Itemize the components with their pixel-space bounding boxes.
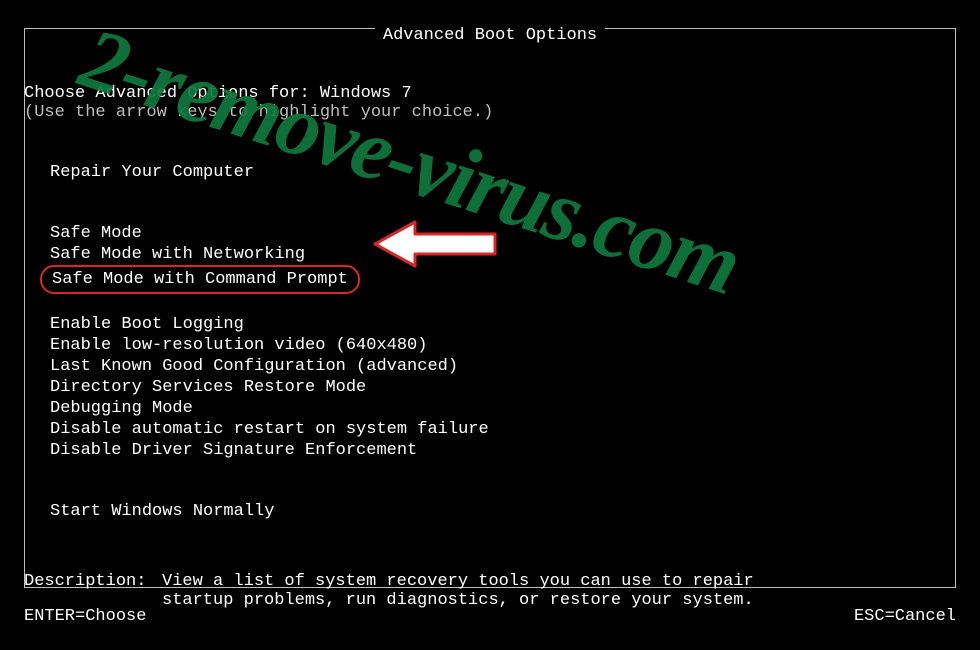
- description-text: View a list of system recovery tools you…: [162, 572, 956, 610]
- option-disable-auto-restart[interactable]: Disable automatic restart on system fail…: [50, 419, 956, 440]
- body-content: Choose Advanced Options for: Windows 7 (…: [24, 84, 956, 610]
- description-row: Description: View a list of system recov…: [24, 572, 956, 610]
- description-line1: View a list of system recovery tools you…: [162, 572, 956, 591]
- options-group: Repair Your Computer Safe Mode Safe Mode…: [50, 162, 956, 522]
- option-directory-services-restore[interactable]: Directory Services Restore Mode: [50, 377, 956, 398]
- footer-esc: ESC=Cancel: [854, 607, 956, 626]
- page-title: Advanced Boot Options: [375, 26, 605, 45]
- description-label: Description:: [24, 572, 162, 610]
- option-safe-mode-command-prompt[interactable]: Safe Mode with Command Prompt: [40, 265, 360, 294]
- footer-bar: ENTER=Choose ESC=Cancel: [24, 607, 956, 626]
- header-line2: (Use the arrow keys to highlight your ch…: [24, 103, 956, 122]
- option-safe-mode-networking[interactable]: Safe Mode with Networking: [50, 244, 956, 265]
- option-safe-mode[interactable]: Safe Mode: [50, 223, 956, 244]
- option-disable-driver-sig[interactable]: Disable Driver Signature Enforcement: [50, 440, 956, 461]
- option-repair-your-computer[interactable]: Repair Your Computer: [50, 162, 956, 183]
- option-low-res-video[interactable]: Enable low-resolution video (640x480): [50, 335, 956, 356]
- footer-enter: ENTER=Choose: [24, 607, 146, 626]
- header-line1: Choose Advanced Options for: Windows 7: [24, 84, 956, 103]
- option-start-windows-normally[interactable]: Start Windows Normally: [50, 501, 956, 522]
- option-last-known-good[interactable]: Last Known Good Configuration (advanced): [50, 356, 956, 377]
- option-debugging-mode[interactable]: Debugging Mode: [50, 398, 956, 419]
- option-enable-boot-logging[interactable]: Enable Boot Logging: [50, 314, 956, 335]
